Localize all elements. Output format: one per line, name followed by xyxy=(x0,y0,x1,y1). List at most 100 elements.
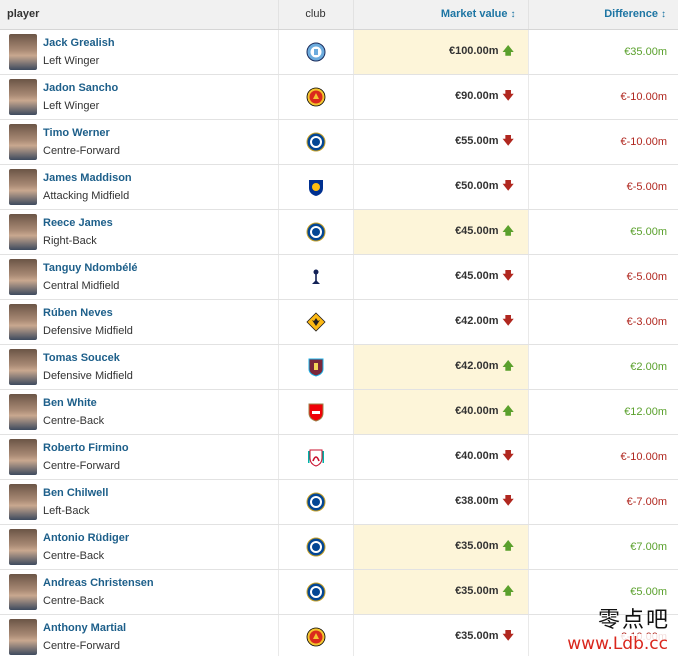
player-avatar[interactable] xyxy=(9,303,37,340)
club-cell xyxy=(278,254,354,300)
arsenal-crest-icon[interactable] xyxy=(306,402,326,422)
player-avatar[interactable] xyxy=(9,123,37,160)
man-united-crest-icon[interactable] xyxy=(306,627,326,647)
chelsea-crest-icon[interactable] xyxy=(306,582,326,602)
difference-value: €-5.00m xyxy=(528,254,678,300)
player-position: Centre-Back xyxy=(43,414,105,427)
market-value[interactable]: €38.00m xyxy=(455,495,498,507)
player-name-link[interactable]: Andreas Christensen xyxy=(43,574,154,592)
player-name-link[interactable]: Rúben Neves xyxy=(43,304,133,322)
table-row: Rúben Neves Defensive Midfield €42.00m 🡇 €-3… xyxy=(0,299,678,345)
market-value[interactable]: €40.00m xyxy=(455,405,498,417)
player-avatar[interactable] xyxy=(9,258,37,295)
chelsea-crest-icon[interactable] xyxy=(306,222,326,242)
market-value[interactable]: €35.00m xyxy=(455,630,498,642)
market-value[interactable]: €90.00m xyxy=(455,90,498,102)
player-position: Centre-Forward xyxy=(43,639,121,652)
club-cell xyxy=(278,479,354,525)
player-avatar[interactable] xyxy=(9,78,37,115)
player-avatar[interactable] xyxy=(9,483,37,520)
chelsea-crest-icon[interactable] xyxy=(306,132,326,152)
player-avatar[interactable] xyxy=(9,33,37,70)
market-value-table: player club Market value ↕ Difference ↕ Ja… xyxy=(0,0,678,656)
west-ham-crest-icon[interactable] xyxy=(306,357,326,377)
difference-value: €-5.00m xyxy=(528,164,678,210)
player-name-link[interactable]: Ben Chilwell xyxy=(43,484,108,502)
player-name-link[interactable]: James Maddison xyxy=(43,169,132,187)
difference-value: €-10.00m xyxy=(528,614,678,656)
leicester-crest-icon[interactable] xyxy=(306,177,326,197)
player-avatar[interactable] xyxy=(9,618,37,655)
difference-value: €2.00m xyxy=(528,344,678,390)
player-name-link[interactable]: Ben White xyxy=(43,394,104,412)
column-header-difference-label[interactable]: Difference xyxy=(604,8,658,20)
man-city-crest-icon[interactable] xyxy=(306,42,326,62)
chelsea-crest-icon[interactable] xyxy=(306,537,326,557)
wolves-crest-icon[interactable] xyxy=(305,311,326,332)
player-name-link[interactable]: Tomas Soucek xyxy=(43,349,133,367)
market-value[interactable]: €40.00m xyxy=(455,450,498,462)
column-header-market-value-label[interactable]: Market value xyxy=(441,8,508,20)
market-value[interactable]: €45.00m xyxy=(455,225,498,237)
player-cell: Tomas Soucek Defensive Midfield xyxy=(0,344,279,390)
difference-value: €-7.00m xyxy=(528,479,678,525)
player-cell: Tanguy Ndombélé Central Midfield xyxy=(0,254,279,300)
market-value[interactable]: €45.00m xyxy=(455,270,498,282)
trend-down-icon: 🡇 xyxy=(502,630,514,642)
club-cell xyxy=(278,524,354,570)
player-cell: Andreas Christensen Centre-Back xyxy=(0,569,279,615)
trend-up-icon: 🡅 xyxy=(502,405,514,417)
player-name-link[interactable]: Jadon Sancho xyxy=(43,79,118,97)
trend-down-icon: 🡇 xyxy=(502,315,514,327)
player-cell: Reece James Right-Back xyxy=(0,209,279,255)
player-avatar[interactable] xyxy=(9,573,37,610)
man-united-crest-icon[interactable] xyxy=(306,87,326,107)
market-value[interactable]: €55.00m xyxy=(455,135,498,147)
player-avatar[interactable] xyxy=(9,168,37,205)
market-value[interactable]: €42.00m xyxy=(455,315,498,327)
player-name-link[interactable]: Anthony Martial xyxy=(43,619,126,637)
club-cell xyxy=(278,209,354,255)
player-avatar[interactable] xyxy=(9,213,37,250)
liverpool-crest-icon[interactable] xyxy=(306,447,326,467)
player-cell: James Maddison Attacking Midfield xyxy=(0,164,279,210)
player-position: Left-Back xyxy=(43,504,90,517)
table-row: James Maddison Attacking Midfield €50.00m 🡇… xyxy=(0,164,678,210)
table-row: Andreas Christensen Centre-Back €35.00m 🡅 €5… xyxy=(0,569,678,615)
trend-up-icon: 🡅 xyxy=(502,225,514,237)
market-value[interactable]: €42.00m xyxy=(455,360,498,372)
club-cell xyxy=(278,74,354,120)
market-value-cell: €100.00m 🡅 xyxy=(353,29,529,75)
player-name-link[interactable]: Jack Grealish xyxy=(43,34,115,52)
player-cell: Antonio Rüdiger Centre-Back xyxy=(0,524,279,570)
player-name-link[interactable]: Roberto Firmino xyxy=(43,439,129,457)
player-cell: Ben Chilwell Left-Back xyxy=(0,479,279,525)
tottenham-crest-icon[interactable] xyxy=(306,267,326,287)
player-name-link[interactable]: Tanguy Ndombélé xyxy=(43,259,138,277)
player-avatar[interactable] xyxy=(9,528,37,565)
player-name-link[interactable]: Antonio Rüdiger xyxy=(43,529,129,547)
player-position: Left Winger xyxy=(43,99,100,112)
market-value-cell: €45.00m 🡇 xyxy=(353,254,529,300)
player-name-link[interactable]: Timo Werner xyxy=(43,124,120,142)
column-header-difference[interactable]: Difference ↕ xyxy=(528,0,678,30)
sort-icon[interactable]: ↕ xyxy=(661,9,666,20)
trend-down-icon: 🡇 xyxy=(502,450,514,462)
player-name-link[interactable]: Reece James xyxy=(43,214,113,232)
player-position: Left Winger xyxy=(43,54,100,67)
market-value[interactable]: €35.00m xyxy=(455,585,498,597)
player-cell: Jack Grealish Left Winger xyxy=(0,29,279,75)
player-avatar[interactable] xyxy=(9,348,37,385)
player-position: Attacking Midfield xyxy=(43,189,130,202)
club-cell xyxy=(278,569,354,615)
trend-up-icon: 🡅 xyxy=(502,45,514,57)
player-avatar[interactable] xyxy=(9,393,37,430)
player-avatar[interactable] xyxy=(9,438,37,475)
sort-icon[interactable]: ↕ xyxy=(511,9,516,20)
market-value[interactable]: €50.00m xyxy=(455,180,498,192)
market-value[interactable]: €100.00m xyxy=(449,45,499,57)
difference-value: €5.00m xyxy=(528,209,678,255)
market-value[interactable]: €35.00m xyxy=(455,540,498,552)
chelsea-crest-icon[interactable] xyxy=(306,492,326,512)
column-header-market-value[interactable]: Market value ↕ xyxy=(353,0,529,30)
